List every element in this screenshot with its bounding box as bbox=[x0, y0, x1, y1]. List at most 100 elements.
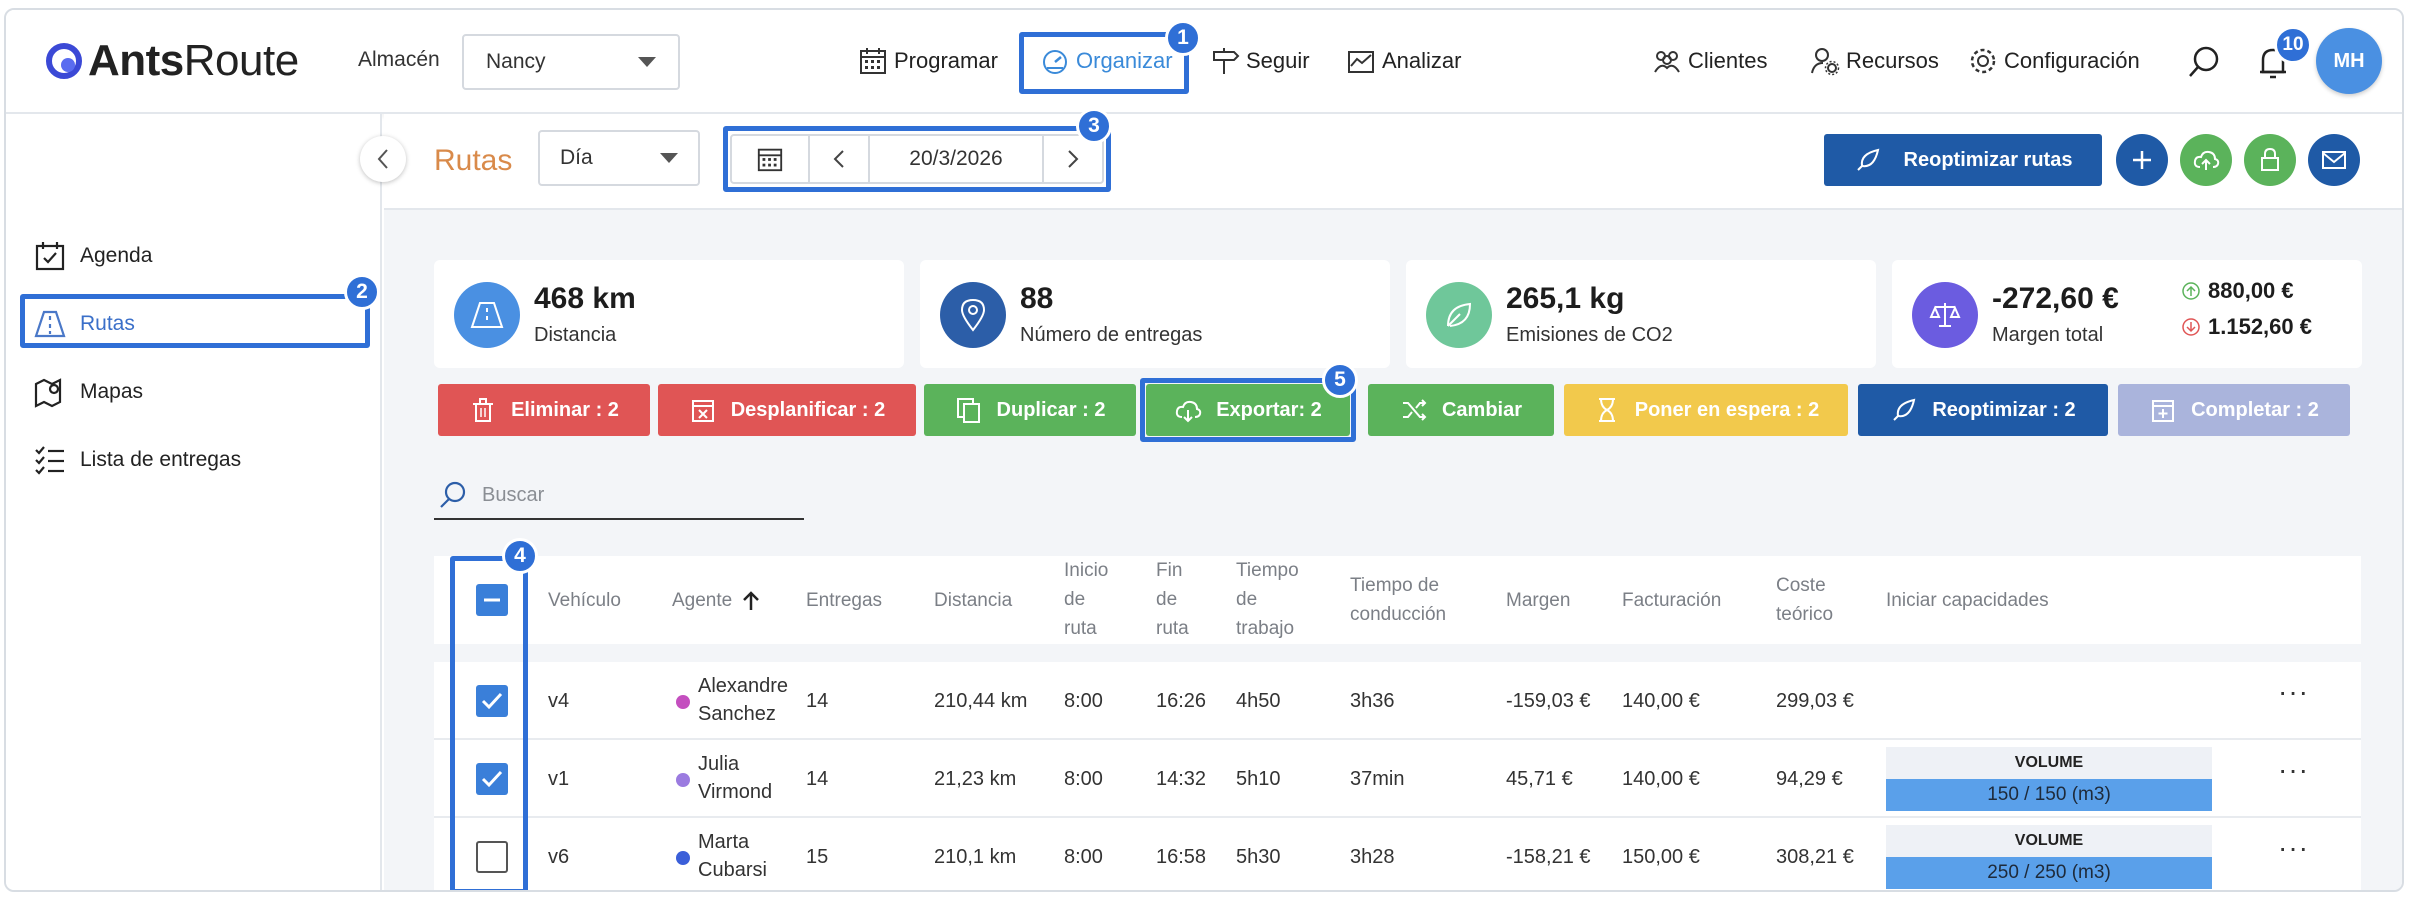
nav-seguir[interactable]: Seguir bbox=[1210, 46, 1310, 76]
reoptimize-routes-label: Reoptimizar rutas bbox=[1903, 148, 2073, 171]
distance-cell: 210,1 km bbox=[934, 846, 1017, 868]
header-start[interactable]: Inicio de ruta bbox=[1064, 556, 1108, 643]
stat-card-margin: -272,60 € Margen total 880,00 € 1.152,60… bbox=[1892, 260, 2362, 368]
email-button[interactable] bbox=[2308, 134, 2360, 186]
vehicle-cell: v4 bbox=[548, 690, 570, 712]
nav-configuracion[interactable]: Configuración bbox=[1968, 46, 2140, 76]
deliveries-cell: 15 bbox=[806, 846, 829, 868]
agent-first-name: Alexandre bbox=[698, 675, 789, 697]
header-margin[interactable]: Margen bbox=[1506, 586, 1570, 615]
unplan-button-label: Desplanificar : 2 bbox=[730, 398, 886, 421]
header-capacities[interactable]: Iniciar capacidades bbox=[1886, 586, 2049, 615]
end-cell: 16:58 bbox=[1156, 846, 1207, 868]
header-vehicle[interactable]: Vehículo bbox=[548, 586, 621, 615]
antsroute-logo[interactable]: AntsRoute bbox=[44, 36, 299, 86]
header-drive-time[interactable]: Tiempo de conducción bbox=[1350, 571, 1446, 629]
agent-first-name: Julia bbox=[698, 753, 740, 775]
reoptimize-button[interactable]: Reoptimizar : 2 bbox=[1858, 384, 2108, 436]
reoptimize-routes-button[interactable]: Reoptimizar rutas bbox=[1824, 134, 2102, 186]
margin-cell: 45,71 € bbox=[1506, 768, 1573, 790]
co2-label: Emisiones de CO2 bbox=[1506, 324, 1673, 346]
hourglass-icon bbox=[1598, 398, 1615, 422]
stat-card-distance: 468 km Distancia bbox=[434, 260, 904, 368]
stat-card-co2: 265,1 kg Emisiones de CO2 bbox=[1406, 260, 1876, 368]
nav-analizar[interactable]: Analizar bbox=[1346, 46, 1461, 76]
margin-expense: 1.152,60 € bbox=[2182, 314, 2312, 340]
collapse-sidebar-button[interactable] bbox=[360, 136, 406, 182]
row-menu-button[interactable]: ··· bbox=[2278, 676, 2309, 708]
header-agent[interactable]: Agente bbox=[672, 586, 760, 615]
capacity-value: 150 / 150 (m3) bbox=[1886, 779, 2212, 811]
change-button[interactable]: Cambiar bbox=[1368, 384, 1554, 436]
chart-icon bbox=[1348, 51, 1374, 73]
search-icon[interactable] bbox=[2186, 44, 2222, 80]
row-menu-button[interactable]: ··· bbox=[2278, 754, 2309, 786]
chevron-left-icon bbox=[377, 149, 388, 169]
capacity-value: 250 / 250 (m3) bbox=[1886, 857, 2212, 889]
header-distance[interactable]: Distancia bbox=[934, 586, 1012, 615]
lock-button[interactable] bbox=[2244, 134, 2296, 186]
complete-button[interactable]: Completar : 2 bbox=[2118, 384, 2350, 436]
work-time-cell: 5h10 bbox=[1236, 768, 1281, 790]
sidebar-item-agenda[interactable]: Agenda bbox=[34, 240, 152, 272]
drive-time-cell: 3h36 bbox=[1350, 690, 1395, 712]
duplicate-button[interactable]: Duplicar : 2 bbox=[924, 384, 1136, 436]
unplan-button[interactable]: Desplanificar : 2 bbox=[658, 384, 916, 436]
callout-box-organizar bbox=[1019, 32, 1189, 94]
nav-clientes[interactable]: Clientes bbox=[1652, 46, 1767, 76]
sidebar-item-label: Mapas bbox=[80, 380, 144, 403]
search-field[interactable]: Buscar bbox=[434, 472, 804, 520]
capacity-gauge: VOLUME 150 / 150 (m3) bbox=[1886, 747, 2212, 811]
header-work-time[interactable]: Tiempo de trabajo bbox=[1236, 556, 1299, 643]
avatar[interactable]: MH bbox=[2316, 28, 2382, 94]
header-drive-line: Tiempo de bbox=[1350, 575, 1440, 596]
logo-text: AntsRoute bbox=[88, 36, 299, 86]
calendar-plus-icon bbox=[2152, 400, 2175, 422]
location-pin-icon bbox=[940, 282, 1006, 348]
notifications-badge: 10 bbox=[2274, 26, 2312, 64]
add-route-button[interactable] bbox=[2116, 134, 2168, 186]
header-end-line: ruta bbox=[1156, 618, 1189, 639]
callout-4: 4 bbox=[502, 538, 538, 574]
agent-cell: Marta Cubarsi bbox=[698, 828, 767, 884]
billing-cell: 150,00 € bbox=[1622, 846, 1700, 868]
sidebar-item-mapas[interactable]: Mapas bbox=[34, 376, 143, 408]
nav-recursos[interactable]: Recursos bbox=[1810, 46, 1939, 76]
distance-label: Distancia bbox=[534, 324, 617, 346]
table-row[interactable]: v4 Alexandre Sanchez 14 210,44 km 8:00 16… bbox=[434, 662, 2361, 740]
header-deliveries[interactable]: Entregas bbox=[806, 586, 882, 615]
complete-button-label: Completar : 2 bbox=[2191, 398, 2319, 421]
agent-last-name: Virmond bbox=[698, 781, 773, 803]
period-select[interactable]: Día bbox=[538, 130, 700, 186]
sidebar-item-lista-de-entregas[interactable]: Lista de entregas bbox=[34, 444, 241, 476]
logo-icon bbox=[46, 43, 82, 79]
delete-button[interactable]: Eliminar : 2 bbox=[438, 384, 650, 436]
header-cost[interactable]: Coste teórico bbox=[1776, 571, 1833, 629]
nav-configuracion-label: Configuración bbox=[2004, 48, 2140, 73]
row-menu-button[interactable]: ··· bbox=[2278, 832, 2309, 864]
upload-button[interactable] bbox=[2180, 134, 2232, 186]
header-start-line: Inicio bbox=[1064, 560, 1109, 581]
header-start-line: ruta bbox=[1064, 618, 1097, 639]
hold-button[interactable]: Poner en espera : 2 bbox=[1564, 384, 1848, 436]
chevron-down-icon bbox=[660, 153, 678, 163]
header-billing[interactable]: Facturación bbox=[1622, 586, 1721, 615]
nav-programar[interactable]: Programar bbox=[858, 46, 998, 76]
calendar-check-icon bbox=[35, 242, 65, 271]
table-row[interactable]: v1 Julia Virmond 14 21,23 km 8:00 14:32 5… bbox=[434, 740, 2361, 818]
margin-expense-value: 1.152,60 € bbox=[2208, 314, 2312, 339]
header-end[interactable]: Fin de ruta bbox=[1156, 556, 1189, 643]
arrow-down-circle-icon bbox=[2182, 318, 2200, 336]
warehouse-select[interactable]: Nancy bbox=[462, 34, 680, 90]
delete-button-label: Eliminar : 2 bbox=[511, 398, 619, 421]
nav-analizar-label: Analizar bbox=[1382, 48, 1462, 73]
agent-last-name: Sanchez bbox=[698, 703, 776, 725]
main-content: Rutas Día 20/3/2026 3 Reoptimizar rutas … bbox=[360, 108, 2402, 890]
trash-icon bbox=[473, 398, 494, 422]
envelope-icon bbox=[2322, 151, 2346, 169]
map-pin-icon bbox=[34, 378, 62, 408]
vehicle-cell: v6 bbox=[548, 846, 570, 868]
table-row[interactable]: v6 Marta Cubarsi 15 210,1 km 8:00 16:58 5… bbox=[434, 818, 2361, 890]
sidebar: Agenda Rutas 2 Mapas Lista de entregas bbox=[6, 114, 382, 890]
callout-box-date bbox=[723, 126, 1111, 192]
